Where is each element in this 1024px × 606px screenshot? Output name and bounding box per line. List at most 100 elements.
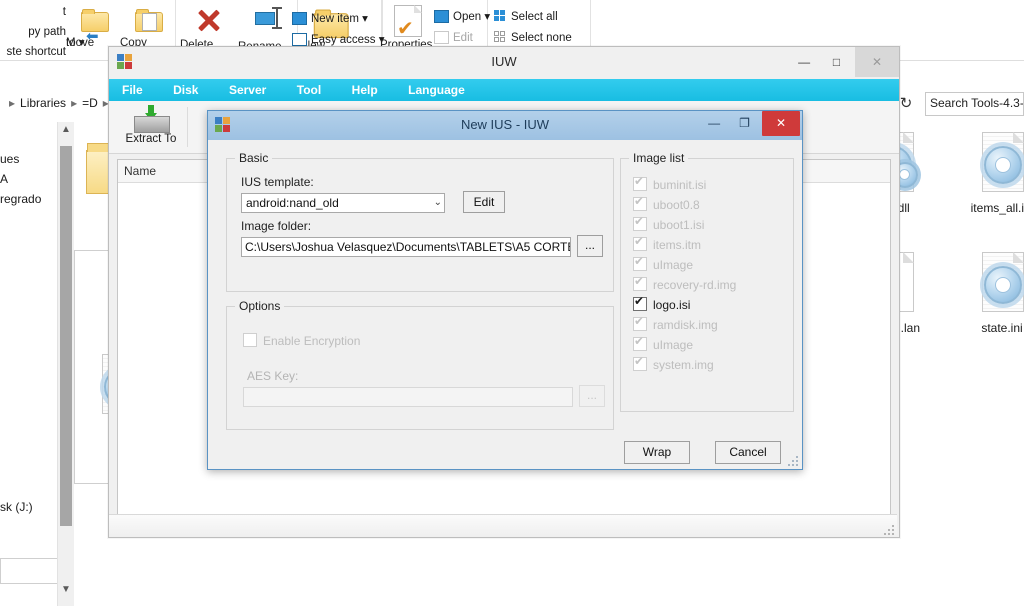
image-item-system[interactable]: system.img (633, 357, 714, 372)
image-item-label: items.itm (653, 238, 701, 252)
rename-icon (238, 7, 294, 41)
image-list-group: Image list buminit.isi uboot0.8 uboot1.i… (620, 158, 794, 412)
iuw-close-button[interactable]: ✕ (855, 47, 899, 77)
image-item-label: buminit.isi (653, 178, 706, 192)
ius-template-value: android:nand_old (246, 196, 339, 210)
image-item-recovery-rd[interactable]: recovery-rd.img (633, 277, 736, 292)
ini-gear-icon (976, 132, 1024, 194)
aes-browse-button[interactable]: ... (579, 385, 605, 407)
aes-key-input[interactable] (243, 387, 573, 407)
new-item-button[interactable]: New item ▾ (292, 10, 368, 29)
checkbox-box (633, 237, 647, 251)
image-item-items-itm[interactable]: items.itm (633, 237, 701, 252)
folder-move-icon: ⬅ (66, 3, 122, 37)
ius-template-select[interactable]: android:nand_old ⌄ (241, 193, 445, 213)
iuw-title-text: IUW (109, 54, 899, 69)
checkbox-box (633, 217, 647, 231)
wrap-button[interactable]: Wrap (624, 441, 690, 464)
checkbox-box (633, 317, 647, 331)
checkbox-box (633, 277, 647, 291)
breadcrumb[interactable]: ▸Libraries▸=D▸ (4, 96, 114, 110)
dialog-title-bar[interactable]: New IUS - IUW — ❐ ✕ (208, 111, 802, 141)
image-item-label: uboot1.isi (653, 218, 704, 232)
nav-item-1[interactable]: A (0, 172, 8, 186)
dialog-resize-grip[interactable] (788, 456, 798, 466)
scroll-thumb[interactable] (60, 146, 72, 526)
image-item-label: uImage (653, 338, 693, 352)
breadcrumb-item-libraries[interactable]: Libraries (20, 96, 66, 110)
clipboard-text-3[interactable]: ste shortcut (0, 42, 68, 62)
checkbox-box (633, 197, 647, 211)
image-item-uboot08[interactable]: uboot0.8 (633, 197, 700, 212)
checkbox-box (633, 177, 647, 191)
basic-group-label: Basic (235, 151, 272, 165)
image-item-label: uImage (653, 258, 693, 272)
new-ius-dialog: New IUS - IUW — ❐ ✕ Basic IUS template: … (207, 110, 803, 470)
list-item[interactable]: state.ini (954, 252, 1024, 335)
menu-item-file[interactable]: File (109, 79, 156, 101)
iuw-status-bar (109, 514, 897, 537)
menu-item-disk[interactable]: Disk (160, 79, 211, 101)
extract-to-button[interactable]: Extract To (121, 103, 181, 145)
nav-item-3[interactable]: sk (J:) (0, 500, 33, 514)
dialog-close-button[interactable]: ✕ (762, 111, 800, 136)
iuw-title-bar[interactable]: IUW — □ ✕ (109, 47, 899, 79)
properties-icon (380, 5, 436, 39)
edit-template-button[interactable]: Edit (463, 191, 505, 213)
open-label: Open (453, 11, 481, 23)
browse-folder-button[interactable]: ... (577, 235, 603, 257)
open-button[interactable]: Open ▾ (434, 8, 490, 27)
breadcrumb-sep-1: ▸ (71, 96, 77, 110)
enable-encryption-label: Enable Encryption (263, 334, 360, 348)
select-none-label: Select none (511, 32, 572, 44)
menu-item-language[interactable]: Language (395, 79, 478, 101)
select-all-icon (494, 10, 507, 30)
copy-button[interactable]: Copy (120, 3, 176, 37)
delete-button[interactable]: Delete (180, 5, 236, 39)
clipboard-text-2[interactable]: py path (0, 22, 68, 42)
image-item-ramdisk[interactable]: ramdisk.img (633, 317, 718, 332)
checkbox-box (243, 333, 257, 347)
file-name: state.ini (954, 321, 1024, 335)
image-item-uboot1[interactable]: uboot1.isi (633, 217, 704, 232)
image-item-label: ramdisk.img (653, 318, 718, 332)
nav-item-0[interactable]: ues (0, 152, 19, 166)
ini-gear-icon (976, 252, 1024, 314)
scroll-down-arrow[interactable]: ▼ (58, 584, 74, 604)
iuw-minimize-button[interactable]: — (790, 47, 818, 77)
image-item-uimage-1[interactable]: uImage (633, 257, 693, 272)
cancel-button[interactable]: Cancel (715, 441, 781, 464)
nav-item-2[interactable]: regrado (0, 192, 41, 206)
clipboard-text-1[interactable]: t (0, 2, 68, 22)
image-list-group-label: Image list (629, 151, 688, 165)
delete-x-icon (180, 5, 236, 39)
menu-item-help[interactable]: Help (339, 79, 391, 101)
dialog-body: Basic IUS template: android:nand_old ⌄ E… (208, 140, 802, 469)
menu-item-server[interactable]: Server (216, 79, 279, 101)
checkbox-box (633, 337, 647, 351)
move-to-button[interactable]: ⬅ Move to ▾ (66, 3, 122, 37)
image-item-logo[interactable]: logo.isi (633, 297, 690, 312)
menu-item-tool[interactable]: Tool (284, 79, 334, 101)
select-all-button[interactable]: Select all (494, 8, 558, 27)
basic-group: Basic IUS template: android:nand_old ⌄ E… (226, 158, 614, 292)
image-item-label: system.img (653, 358, 714, 372)
breadcrumb-item-d[interactable]: =D (82, 96, 98, 110)
iuw-maximize-button[interactable]: □ (823, 47, 851, 77)
resize-grip[interactable] (884, 525, 894, 535)
scroll-up-arrow[interactable]: ▲ (58, 124, 74, 144)
dialog-minimize-button[interactable]: — (701, 111, 727, 136)
image-folder-input[interactable]: C:\Users\Joshua Velasquez\Documents\TABL… (241, 237, 571, 257)
dialog-maximize-button[interactable]: ❐ (732, 111, 758, 136)
image-item-uimage-2[interactable]: uImage (633, 337, 693, 352)
search-input[interactable]: Search Tools-4.3-i (925, 92, 1024, 116)
enable-encryption-checkbox[interactable]: Enable Encryption (243, 333, 360, 348)
checkbox-box (633, 257, 647, 271)
iuw-window-controls: — □ ✕ (790, 47, 899, 77)
image-item-label: recovery-rd.img (653, 278, 736, 292)
image-item-buminit[interactable]: buminit.isi (633, 177, 706, 192)
list-item[interactable]: items_all.ini (954, 132, 1024, 215)
properties-button[interactable]: Properties (380, 5, 436, 39)
nav-scrollbar[interactable]: ▲ ▼ (57, 122, 75, 606)
rename-button[interactable]: Rename (238, 7, 294, 41)
